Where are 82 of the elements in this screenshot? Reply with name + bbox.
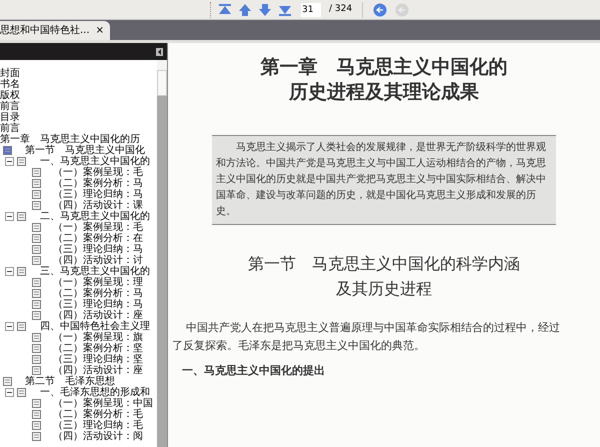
collapse-icon[interactable] <box>5 267 14 276</box>
outline-item[interactable]: （三）理论归纳：马 <box>53 189 143 200</box>
page-icon <box>17 267 26 276</box>
outline-item[interactable]: 前言 <box>0 101 20 112</box>
outline-item[interactable]: 书名 <box>0 79 20 90</box>
paragraph-line: 了反复探索。毛泽东是把马克思主义中国化的典范。 <box>172 338 426 354</box>
outline-item[interactable]: （一）案例呈现：理 <box>53 277 143 288</box>
outline-item[interactable]: （三）理论归纳：马 <box>53 299 143 310</box>
page-icon <box>32 410 41 419</box>
outline-item[interactable]: （二）案例分析：坚 <box>53 343 143 354</box>
outline-item[interactable]: （四）活动设计：座 <box>53 310 143 321</box>
page-icon <box>32 289 41 298</box>
previous-page-icon[interactable] <box>237 2 253 18</box>
outline-item[interactable]: 三、马克思主义中国化的 <box>40 266 150 277</box>
outline-item[interactable]: （四）活动设计：讨 <box>53 255 143 266</box>
subheading: 一、马克思主义中国化的提出 <box>181 363 326 379</box>
outline-item[interactable]: 前言 <box>0 123 20 134</box>
page-icon <box>17 157 26 166</box>
outline-item[interactable]: （二）案例分析：在 <box>53 233 143 244</box>
page-icon <box>32 168 41 177</box>
page-icon <box>3 377 12 386</box>
outline-item[interactable]: （一）案例呈现：旗 <box>53 332 143 343</box>
page-icon <box>32 421 41 430</box>
outline-item[interactable]: 第一节 马克思主义中国化 <box>25 145 145 156</box>
page-icon <box>32 344 41 353</box>
outline-item[interactable]: （一）案例呈现：中国 <box>53 398 153 409</box>
next-page-icon[interactable] <box>257 2 273 18</box>
section-title: 第一节 马克思主义中国化的科学内涵 <box>248 253 520 275</box>
paragraph-line: 中国共产党人在把马克思主义普遍原理与中国革命实际相结合的过程中，经过 <box>185 320 561 336</box>
close-icon[interactable]: × <box>96 23 104 38</box>
summary-text: 马克思主义揭示了人类社会的发展规律，是世界无产阶级科学的世界观和方法论。中国共产党是马克思主义与中国工人运动相结合的产物，马克思主义中国化的历史就是中国共产党把马克思主义与中国实际相结合、解决中国革命、建设与改革问题的历史，就是中国化马克思主义形成和发展的历史。 <box>216 140 547 219</box>
outline-item[interactable]: 目录 <box>0 112 20 123</box>
document-tab[interactable]: 思想和中国特色社... × <box>0 21 110 40</box>
outline-item[interactable]: 第二节 毛泽东思想 <box>25 376 115 387</box>
page-icon <box>32 179 41 188</box>
page-icon <box>32 234 41 243</box>
page-icon <box>32 256 41 265</box>
outline-item[interactable]: 一、毛泽东思想的形成和 <box>40 387 150 398</box>
page-icon <box>32 355 41 364</box>
outline-item[interactable]: （四）活动设计：课 <box>53 200 143 211</box>
section-title: 及其历史进程 <box>336 278 432 300</box>
outline-item[interactable]: （三）理论归纳：坚 <box>53 354 143 365</box>
page-icon <box>32 311 41 320</box>
outline-item[interactable]: （二）案例分析：毛 <box>53 409 143 420</box>
outline-item[interactable]: （二）案例分析：马 <box>53 178 143 189</box>
collapse-icon[interactable] <box>5 322 14 331</box>
outline-item[interactable]: （三）理论归纳：马 <box>53 244 143 255</box>
outline-item[interactable]: （一）案例呈现：毛 <box>53 222 143 233</box>
page-icon <box>17 212 26 221</box>
page-total: / 324 <box>329 2 352 16</box>
chapter-title: 第一章 马克思主义中国化的 <box>260 55 508 80</box>
page-icon <box>32 366 41 375</box>
page-icon <box>32 333 41 342</box>
outline-item[interactable]: （四）活动设计：座 <box>53 365 143 376</box>
outline-item[interactable]: （三）理论归纳：毛 <box>53 420 143 431</box>
page-icon <box>3 146 12 155</box>
page-icon <box>32 190 41 199</box>
collapse-panel-icon[interactable] <box>156 48 163 56</box>
page-icon <box>32 245 41 254</box>
outline-item[interactable]: 第一章 马克思主义中国化的历 <box>0 134 140 145</box>
collapse-icon[interactable] <box>5 212 14 221</box>
page-icon <box>32 278 41 287</box>
outline-item[interactable]: 版权 <box>0 90 20 101</box>
page-icon <box>32 223 41 232</box>
outline-item[interactable]: 四、中国特色社会主义理 <box>40 321 150 332</box>
page-icon <box>32 201 41 210</box>
page-number-field[interactable]: 31 <box>301 2 321 16</box>
page-icon <box>17 388 26 397</box>
outline-item[interactable]: （一）案例呈现：毛 <box>53 167 143 178</box>
collapse-icon[interactable] <box>5 388 14 397</box>
collapse-icon[interactable] <box>5 157 14 166</box>
page-icon <box>32 432 41 441</box>
page-icon <box>32 300 41 309</box>
chapter-title: 历史进程及其理论成果 <box>289 80 479 105</box>
page-icon <box>17 322 26 331</box>
page-icon <box>32 399 41 408</box>
outline-item[interactable]: 封面 <box>0 68 20 79</box>
outline-item[interactable]: （四）活动设计：阅 <box>53 431 143 442</box>
outline-item[interactable]: （二）案例分析：马 <box>53 288 143 299</box>
outline-item[interactable]: 二、马克思主义中国化的 <box>40 211 150 222</box>
outline-item[interactable]: 一、马克思主义中国化的 <box>40 156 150 167</box>
go-icon[interactable] <box>373 2 388 16</box>
